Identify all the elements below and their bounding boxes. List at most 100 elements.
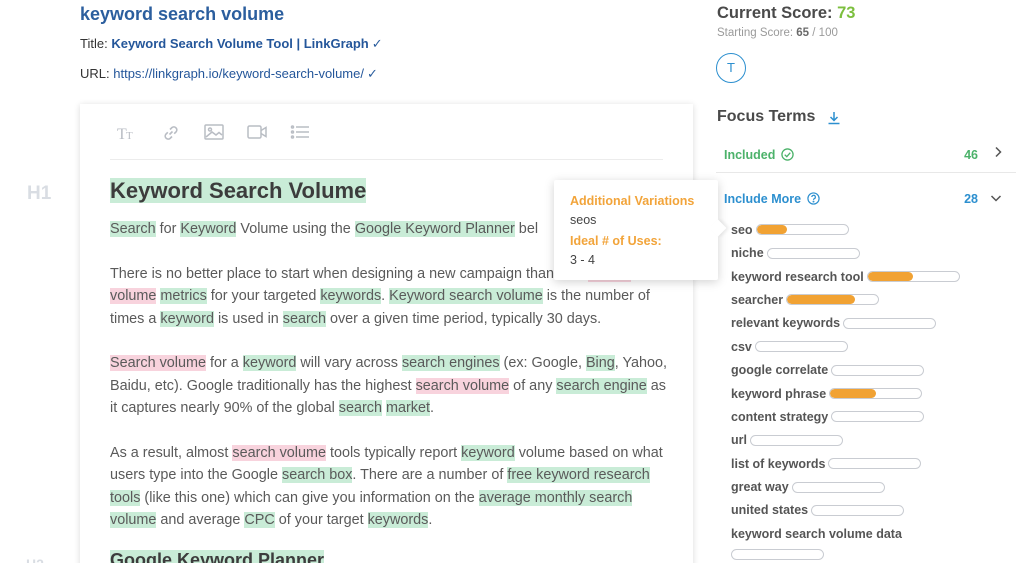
focus-term-item[interactable]: csv (731, 338, 1016, 361)
included-term-highlight[interactable]: Keyword search volume (389, 288, 543, 304)
included-count: 46 (964, 148, 978, 162)
include-more-count: 28 (964, 192, 978, 206)
focus-term-label: united states (731, 503, 809, 518)
usage-progress-bar (828, 458, 922, 470)
included-term-highlight[interactable]: Keyword (180, 221, 237, 237)
document-h2[interactable]: Google Keyword Planner (110, 549, 670, 563)
usage-progress-bar (749, 434, 843, 446)
included-term-highlight[interactable]: Search (110, 221, 156, 237)
focus-term-label: google correlate (731, 363, 829, 378)
title-value[interactable]: Keyword Search Volume Tool | LinkGraph (111, 36, 368, 51)
video-icon[interactable] (246, 124, 268, 144)
focus-term-item[interactable]: united states (731, 502, 1016, 525)
focus-term-label: url (731, 433, 747, 448)
included-term-highlight[interactable]: search engines (401, 355, 500, 371)
h1-marker: H1 (27, 183, 52, 204)
included-term-highlight[interactable]: Bing (585, 355, 615, 371)
current-score-value: 73 (837, 4, 856, 22)
focus-term-list: seo niche keyword research tool searcher rel… (731, 221, 1016, 561)
url-value[interactable]: https://linkgraph.io/keyword-search-volu… (113, 66, 364, 81)
focus-term-label: keyword search volume data (731, 526, 902, 541)
usage-progress-bar (731, 549, 824, 561)
overused-term-highlight[interactable]: Search volume (110, 355, 206, 371)
include-more-label: Include More (724, 192, 820, 206)
content-editor[interactable]: TT Keyword Search Volume Search for Keyw… (80, 104, 693, 563)
usage-progress-bar (866, 271, 960, 283)
page-title-line: Title: Keyword Search Volume Tool | Link… (80, 36, 383, 52)
included-term-highlight[interactable]: market (386, 400, 430, 416)
overused-term-highlight[interactable]: search volume (232, 444, 326, 461)
variations-value: seos (570, 213, 597, 227)
list-icon[interactable] (289, 124, 311, 144)
focus-term-item[interactable]: list of keywords (731, 455, 1016, 478)
included-term-highlight[interactable]: keyword (242, 355, 297, 371)
target-keyword: keyword search volume (80, 4, 285, 24)
included-term-highlight[interactable]: CPC (244, 512, 275, 528)
included-term-highlight[interactable]: keyword (160, 310, 214, 327)
focus-term-item[interactable]: google correlate (731, 361, 1016, 384)
focus-term-item[interactable]: keyword research tool (731, 268, 1016, 291)
included-terms-row[interactable]: Included 46 (716, 137, 1016, 173)
focus-term-item[interactable]: great way (731, 478, 1016, 501)
text-format-icon[interactable]: TT (116, 124, 138, 144)
included-term-highlight[interactable]: search (338, 400, 382, 416)
included-term-highlight[interactable]: search (282, 310, 326, 327)
included-term-highlight[interactable]: Google Keyword Planner (354, 221, 515, 237)
usage-progress-fill (830, 389, 876, 398)
usage-progress-bar (754, 341, 848, 353)
usage-progress-bar (755, 224, 849, 236)
focus-term-label: list of keywords (731, 456, 826, 471)
content-editor-page: keyword search volume Title: Keyword Sea… (0, 0, 1024, 563)
focus-terms-title: Focus Terms (717, 108, 816, 125)
title-check-icon: ✓ (371, 36, 383, 51)
editor-toolbar: TT (110, 118, 663, 160)
usage-progress-bar (829, 388, 923, 399)
current-score: Current Score: 73 (717, 4, 856, 22)
paragraph[interactable]: Search volume for a keyword will vary ac… (110, 352, 670, 420)
chevron-down-icon[interactable] (990, 190, 1002, 205)
included-term-highlight[interactable]: search box (282, 467, 353, 483)
focus-term-label: keyword research tool (731, 269, 864, 284)
included-term-highlight[interactable]: keywords (320, 288, 382, 304)
usage-progress-bar (791, 481, 885, 493)
focus-term-item[interactable]: content strategy (731, 408, 1016, 431)
focus-term-item[interactable]: url (731, 432, 1016, 455)
focus-term-label: seo (731, 222, 753, 237)
ideal-uses-label: Ideal # of Uses: (570, 234, 662, 248)
included-term-highlight[interactable]: metrics (160, 288, 207, 304)
avatar[interactable]: T (716, 53, 746, 83)
ideal-uses-value: 3 - 4 (570, 253, 596, 267)
included-term-highlight[interactable]: search engine (556, 377, 647, 394)
include-more-row[interactable]: Include More 28 (716, 181, 1016, 217)
included-label: Included (724, 148, 794, 162)
chevron-right-icon[interactable] (994, 146, 1002, 161)
usage-progress-bar (831, 411, 925, 423)
usage-progress-bar (811, 504, 905, 516)
title-label: Title: (80, 36, 108, 51)
focus-term-label: content strategy (731, 409, 829, 424)
usage-progress-fill (867, 272, 914, 282)
focus-term-item[interactable]: keyword phrase (731, 385, 1016, 408)
included-term-highlight[interactable]: keywords (367, 512, 429, 528)
included-term-highlight[interactable]: keyword (461, 444, 515, 461)
focus-term-item[interactable]: niche (731, 244, 1016, 267)
focus-term-item[interactable]: searcher (731, 291, 1016, 314)
usage-progress-bar (843, 317, 937, 329)
variations-label: Additional Variations (570, 194, 695, 208)
usage-progress-bar (831, 364, 925, 376)
focus-term-label: great way (731, 480, 789, 495)
focus-term-item[interactable]: relevant keywords (731, 315, 1016, 338)
paragraph[interactable]: As a result, almost search volume tools … (110, 442, 670, 532)
usage-progress-bar (766, 247, 860, 259)
link-icon[interactable] (160, 124, 182, 144)
starting-score: Starting Score: 65 / 100 (717, 27, 838, 39)
focus-term-item[interactable]: seo (731, 221, 1016, 244)
image-icon[interactable] (203, 124, 225, 144)
focus-term-label: relevant keywords (731, 316, 841, 331)
help-icon (806, 192, 820, 205)
focus-term-item[interactable]: keyword search volume data (731, 525, 1016, 561)
starting-score-value: 65 (796, 27, 810, 39)
page-url-line: URL: https://linkgraph.io/keyword-search… (80, 66, 378, 82)
overused-term-highlight[interactable]: search volume (415, 377, 510, 394)
download-icon[interactable] (827, 110, 841, 126)
